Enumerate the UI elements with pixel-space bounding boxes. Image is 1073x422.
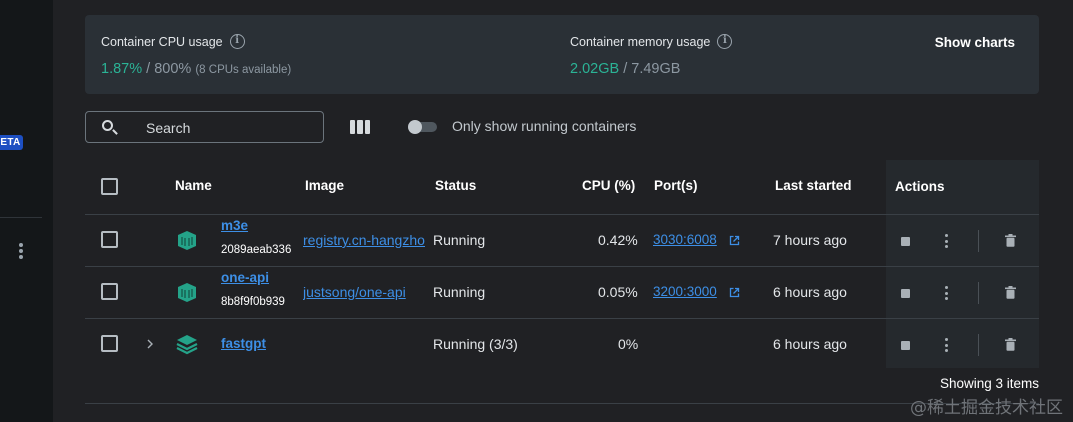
actions-divider [978,282,979,304]
stop-icon[interactable] [901,237,910,246]
cpu-total: 800% [154,61,192,77]
cpu-usage-label: Container CPU usage [101,34,223,49]
column-header-actions: Actions [895,179,945,194]
column-header-status[interactable]: Status [435,178,476,193]
container-id: 8b8f9f0b939 [221,296,285,308]
external-link-icon[interactable] [729,287,740,298]
table-row[interactable]: one-api 8b8f9f0b939 justsong/one-api Run… [85,267,1039,319]
select-all-checkbox[interactable] [101,178,118,195]
column-header-image[interactable]: Image [305,178,344,193]
column-header-last-started[interactable]: Last started [775,178,852,193]
more-actions-kebab-icon[interactable] [943,338,949,352]
container-status: Running [433,232,486,248]
cpu-usage-label-group: Container CPU usage i [101,34,245,49]
column-header-ports[interactable]: Port(s) [654,178,698,193]
sidebar-divider [0,217,42,218]
columns-toggle-icon[interactable] [350,120,370,134]
container-id: 2089aeab336 [221,244,292,256]
actions-divider [978,230,979,252]
more-actions-kebab-icon[interactable] [943,286,949,300]
container-port-link[interactable]: 3030:6008 [653,232,717,247]
row-checkbox[interactable] [101,283,118,300]
watermark: @稀土掘金技术社区 [910,398,1063,418]
actions-divider [978,334,979,356]
toggle-thumb [408,120,422,134]
table-bottom-divider [85,403,1039,404]
delete-trash-icon[interactable] [1005,338,1016,351]
memory-usage-label: Container memory usage [570,34,711,49]
table-header: Name Image Status CPU (%) Port(s) Last s… [85,160,1039,215]
container-name-link[interactable]: one-api [221,270,269,285]
table-row[interactable]: m3e 2089aeab336 registry.cn-hangzhou Run… [85,215,1039,267]
container-last-started: 7 hours ago [773,232,847,248]
cpu-usage-value: 1.87% / 800% (8 CPUs available) [101,61,291,77]
search-icon [102,120,113,131]
compose-stack-icon [176,335,198,355]
external-link-icon[interactable] [729,235,740,246]
container-name-link[interactable]: fastgpt [221,336,266,351]
container-cpu: 0.42% [598,232,638,248]
container-cpu: 0.05% [598,284,638,300]
container-status: Running (3/3) [433,336,518,352]
stop-icon[interactable] [901,289,910,298]
container-last-started: 6 hours ago [773,336,847,352]
container-icon [178,283,196,302]
cpu-separator: / [142,61,155,77]
running-only-toggle[interactable] [408,120,437,134]
memory-total: 7.49GB [631,61,681,77]
row-checkbox[interactable] [101,335,118,352]
memory-info-icon[interactable]: i [717,34,733,49]
item-count: Showing 3 items [939,376,1039,391]
memory-used: 2.02GB [570,61,620,77]
chevron-right-icon[interactable] [145,338,155,350]
search-field[interactable] [85,111,324,143]
more-actions-kebab-icon[interactable] [943,234,949,248]
memory-usage-label-group: Container memory usage i [570,34,733,49]
container-cpu: 0% [618,336,639,352]
column-header-cpu[interactable]: CPU (%) [582,178,635,193]
table-row-compose[interactable]: fastgpt Running (3/3) 0% 6 hours ago [85,319,1039,371]
container-icon [178,231,196,250]
column-header-name[interactable]: Name [175,178,212,193]
running-only-label: Only show running containers [452,118,637,134]
row-checkbox[interactable] [101,231,118,248]
show-charts-button[interactable]: Show charts [935,35,1015,50]
delete-trash-icon[interactable] [1005,286,1016,299]
memory-separator: / [619,61,632,77]
container-status: Running [433,284,486,300]
container-image-link[interactable]: registry.cn-hangzhou [303,232,425,248]
cpu-used: 1.87% [101,61,143,77]
container-last-started: 6 hours ago [773,284,847,300]
container-name-link[interactable]: m3e [221,218,248,233]
delete-trash-icon[interactable] [1005,234,1016,247]
cpu-available-note: (8 CPUs available) [195,64,292,76]
sidebar-more-kebab-icon[interactable] [14,240,28,262]
container-port-link[interactable]: 3200:3000 [653,284,717,299]
search-input[interactable] [146,118,316,138]
cpu-info-icon[interactable]: i [229,34,245,49]
stop-icon[interactable] [901,341,910,350]
container-image-link[interactable]: justsong/one-api [303,284,425,300]
left-sidebar: ETA [0,0,53,422]
beta-badge: ETA [0,135,23,150]
memory-usage-value: 2.02GB / 7.49GB [570,61,680,77]
usage-summary-card: Container CPU usage i 1.87% / 800% (8 CP… [85,15,1039,94]
